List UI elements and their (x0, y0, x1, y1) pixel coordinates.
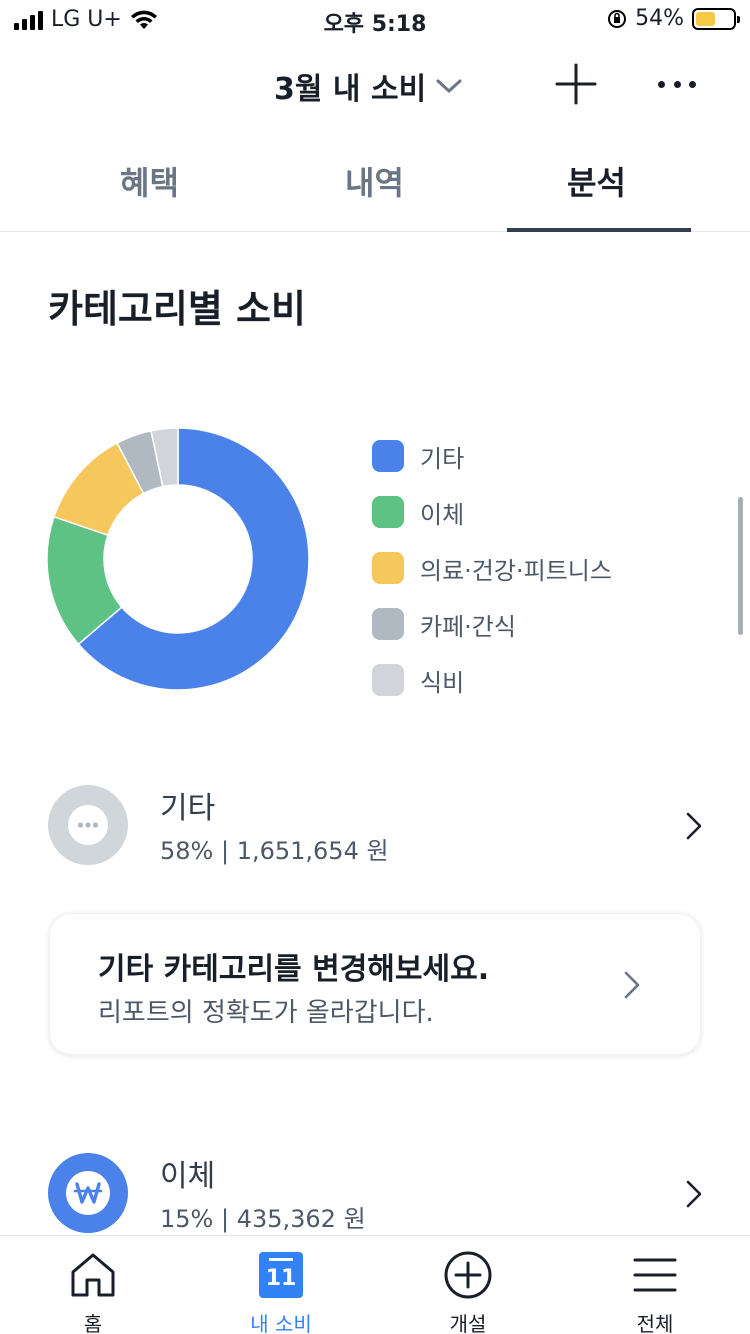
legend-label: 이체 (420, 500, 465, 529)
category-icon-transfer (48, 1153, 128, 1233)
more-icon (658, 80, 665, 88)
tip-subtitle: 리포트의 정확도가 올라갑니다. (98, 998, 434, 1028)
category-name: 이체 (160, 1159, 216, 1194)
chevron-right-icon (686, 812, 702, 840)
chevron-right-icon (686, 1180, 702, 1208)
nav-label: 개설 (449, 1312, 487, 1334)
change-category-tip-card[interactable]: 기타 카테고리를 변경해보세요. 리포트의 정확도가 올라갑니다. (49, 913, 701, 1055)
tab-analysis[interactable]: 분석 (567, 158, 626, 204)
status-bar: LG U+ 오후 5:18 54% (0, 0, 750, 40)
month-selector[interactable]: 3월 내 소비 (274, 64, 462, 108)
orientation-lock-icon (608, 9, 627, 28)
more-button[interactable] (652, 62, 702, 106)
status-right: 54% (607, 6, 740, 31)
nav-open-account[interactable]: 개설 (408, 1248, 528, 1334)
scrollbar[interactable] (738, 497, 743, 635)
active-tab-indicator (507, 228, 691, 232)
legend-label: 카페·간식 (420, 612, 516, 641)
legend-item: 식비 (372, 652, 612, 708)
chevron-down-icon (436, 79, 462, 93)
legend-item: 기타 (372, 428, 612, 484)
tip-title: 기타 카테고리를 변경해보세요. (98, 952, 490, 987)
nav-label: 내 소비 (250, 1312, 312, 1334)
nav-all[interactable]: 전체 (595, 1248, 715, 1334)
tab-benefits[interactable]: 혜택 (120, 158, 179, 204)
header-title: 3월 내 소비 (274, 72, 427, 107)
plus-circle-icon (444, 1251, 492, 1299)
menu-icon (633, 1258, 677, 1292)
category-name: 기타 (160, 791, 216, 826)
chevron-right-icon (624, 971, 640, 999)
add-button[interactable] (554, 62, 598, 106)
legend-swatch (372, 440, 404, 472)
legend-swatch (372, 496, 404, 528)
legend-label: 식비 (420, 668, 465, 697)
legend-item: 의료·건강·피트니스 (372, 540, 612, 596)
nav-my-spending[interactable]: 11 내 소비 (221, 1248, 341, 1334)
nav-label: 전체 (636, 1312, 674, 1334)
chart-legend: 기타이체의료·건강·피트니스카페·간식식비 (372, 428, 612, 708)
plus-icon (555, 63, 597, 105)
legend-label: 기타 (420, 444, 465, 473)
category-row-etc[interactable]: 기타 58% | 1,651,654 원 (0, 783, 750, 879)
home-icon (71, 1253, 115, 1297)
category-row-transfer[interactable]: 이체 15% | 435,362 원 (0, 1151, 750, 1247)
category-detail: 58% | 1,651,654 원 (160, 837, 389, 865)
category-icon-etc (48, 785, 128, 865)
legend-item: 카페·간식 (372, 596, 612, 652)
section-title: 카테고리별 소비 (48, 287, 306, 331)
legend-swatch (372, 552, 404, 584)
legend-swatch (372, 664, 404, 696)
bottom-navigation: 홈 11 내 소비 개설 전체 (0, 1235, 750, 1334)
won-icon (66, 1171, 110, 1215)
nav-label: 홈 (83, 1312, 103, 1334)
calendar-icon: 11 (259, 1252, 303, 1298)
legend-swatch (372, 608, 404, 640)
tab-bar: 혜택 내역 분석 (0, 140, 750, 232)
nav-home[interactable]: 홈 (33, 1248, 153, 1334)
legend-item: 이체 (372, 484, 612, 540)
more-icon (68, 805, 108, 845)
category-donut-chart (46, 427, 310, 691)
top-header: 3월 내 소비 (0, 44, 750, 128)
legend-label: 의료·건강·피트니스 (420, 556, 612, 585)
category-detail: 15% | 435,362 원 (160, 1205, 366, 1233)
tab-history[interactable]: 내역 (345, 158, 404, 204)
battery-percent: 54% (635, 6, 684, 31)
battery-icon (692, 7, 740, 30)
